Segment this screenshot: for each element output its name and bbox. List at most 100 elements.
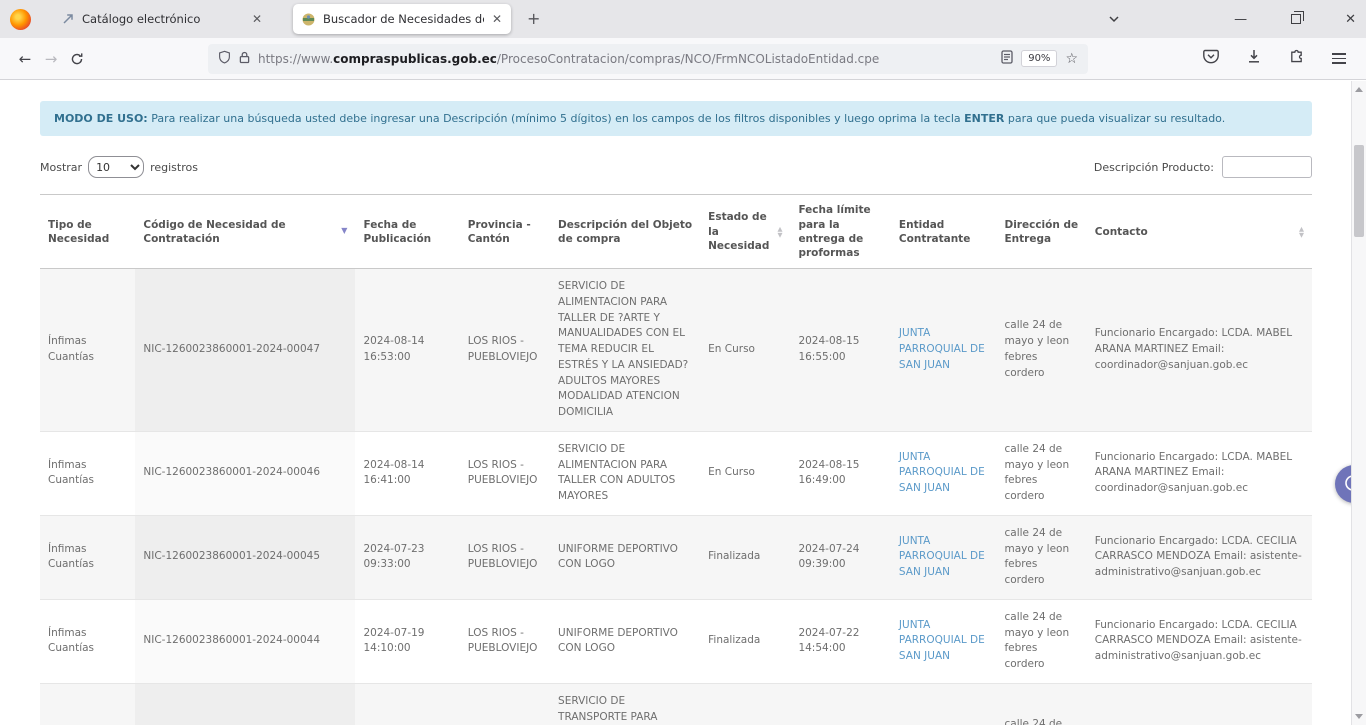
cell-fecha-publicacion: 2024-07-23 09:33:00 bbox=[355, 515, 459, 599]
browser-window: Catálogo electrónico ✕ Buscador de Neces… bbox=[0, 0, 1366, 725]
cell-provincia-canton: LOS RIOS - PUEBLOVIEJO bbox=[460, 431, 550, 515]
table-row: Ínfimas CuantíasNIC-1260023860001-2024-0… bbox=[40, 269, 1312, 432]
tab-buscador-necesidades[interactable]: Buscador de Necesidades de Co ✕ bbox=[293, 4, 511, 34]
cell-fecha-limite: 2024-08-15 16:49:00 bbox=[790, 431, 890, 515]
cell-estado: Finalizada bbox=[700, 599, 790, 683]
extensions-puzzle-icon[interactable] bbox=[1289, 49, 1304, 68]
compraspublicas-favicon-icon bbox=[302, 13, 315, 26]
entity-link[interactable]: JUNTA PARROQUIAL DE SAN JUAN bbox=[899, 327, 985, 371]
scrollbar-thumb[interactable] bbox=[1354, 145, 1364, 237]
cell-fecha-publicacion: 2024-08-14 16:41:00 bbox=[355, 431, 459, 515]
cell-direccion: calle 24 de mayo y leon febres cordero bbox=[996, 683, 1086, 725]
cell-tipo: Ínfimas Cuantías bbox=[40, 683, 135, 725]
menu-hamburger-icon[interactable] bbox=[1332, 53, 1346, 64]
cell-entidad: JUNTA PARROQUIAL DE SAN JUAN bbox=[891, 599, 997, 683]
notice-label: MODO DE USO: bbox=[54, 112, 148, 125]
entity-link[interactable]: JUNTA PARROQUIAL DE SAN JUAN bbox=[899, 619, 985, 663]
sort-both-icon[interactable]: ▲▼ bbox=[777, 226, 782, 238]
cell-provincia-canton: LOS RIOS - PUEBLOVIEJO bbox=[460, 683, 550, 725]
tab-title: Buscador de Necesidades de Co bbox=[323, 12, 484, 26]
cell-codigo: NIC-1260023860001-2024-00043 bbox=[135, 683, 355, 725]
cell-fecha-limite: 2024-07-22 14:54:00 bbox=[790, 599, 890, 683]
tab-catalogo-electronico[interactable]: Catálogo electrónico ✕ bbox=[53, 4, 271, 34]
cell-descripcion: UNIFORME DEPORTIVO CON LOGO bbox=[550, 599, 700, 683]
table-controls: Mostrar 10 registros Descripción Product… bbox=[40, 156, 1312, 178]
forward-icon[interactable]: → bbox=[38, 46, 64, 72]
column-header: Entidad Contratante bbox=[891, 195, 997, 269]
cell-tipo: Ínfimas Cuantías bbox=[40, 599, 135, 683]
column-header[interactable]: Contacto▲▼ bbox=[1087, 195, 1312, 269]
restore-button[interactable] bbox=[1291, 14, 1301, 24]
tab-close-icon[interactable]: ✕ bbox=[492, 13, 502, 25]
cell-fecha-publicacion: 2024-07-19 14:10:00 bbox=[355, 599, 459, 683]
product-description-input[interactable] bbox=[1222, 156, 1312, 178]
back-icon[interactable]: ← bbox=[12, 46, 38, 72]
downloads-icon[interactable] bbox=[1247, 49, 1261, 68]
cell-direccion: calle 24 de mayo y leon febres cordero bbox=[996, 269, 1086, 432]
cell-direccion: calle 24 de mayo y leon febres cordero bbox=[996, 515, 1086, 599]
entity-link[interactable]: JUNTA PARROQUIAL DE SAN JUAN bbox=[899, 535, 985, 579]
reader-mode-icon[interactable] bbox=[1001, 49, 1013, 68]
cell-fecha-limite: 2024-07-24 09:39:00 bbox=[790, 515, 890, 599]
reload-icon[interactable] bbox=[64, 46, 90, 72]
cell-entidad: JUNTA PARROQUIAL DE SAN JUAN bbox=[891, 683, 997, 725]
navigation-bar: ← → https://www.compraspublicas.gob.ec/P… bbox=[0, 38, 1366, 80]
column-header-label: Fecha límite para la entrega de proforma… bbox=[798, 203, 882, 260]
url-text[interactable]: https://www.compraspublicas.gob.ec/Proce… bbox=[258, 52, 993, 66]
column-header: Fecha límite para la entrega de proforma… bbox=[790, 195, 890, 269]
close-button[interactable]: ✕ bbox=[1345, 13, 1356, 26]
cell-contacto: Funcionario Encargado: LCDA. CECILIA CAR… bbox=[1087, 683, 1312, 725]
cell-descripcion: SERVICIO DE ALIMENTACION PARA TALLER DE … bbox=[550, 269, 700, 432]
cell-entidad: JUNTA PARROQUIAL DE SAN JUAN bbox=[891, 269, 997, 432]
pocket-save-icon[interactable] bbox=[1203, 49, 1219, 68]
tab-bar: Catálogo electrónico ✕ Buscador de Neces… bbox=[0, 0, 1366, 38]
list-all-tabs-chevron-icon[interactable] bbox=[1108, 15, 1120, 23]
cell-direccion: calle 24 de mayo y leon febres cordero bbox=[996, 431, 1086, 515]
usage-notice-banner: MODO DE USO: Para realizar una búsqueda … bbox=[40, 101, 1312, 136]
bookmark-star-icon[interactable]: ☆ bbox=[1065, 51, 1078, 67]
scroll-down-arrow-icon[interactable] bbox=[1355, 714, 1363, 719]
table-row: Ínfimas CuantíasNIC-1260023860001-2024-0… bbox=[40, 599, 1312, 683]
sort-desc-icon[interactable]: ▼ bbox=[341, 226, 347, 237]
column-header: Descripción del Objeto de compra bbox=[550, 195, 700, 269]
cell-estado: Finalizada bbox=[700, 683, 790, 725]
table-row: Ínfimas CuantíasNIC-1260023860001-2024-0… bbox=[40, 683, 1312, 725]
cell-fecha-limite: 2024-08-15 16:55:00 bbox=[790, 269, 890, 432]
lock-icon[interactable] bbox=[239, 49, 250, 68]
column-header-label: Código de Necesidad de Contratación bbox=[143, 218, 338, 246]
entity-link[interactable]: JUNTA PARROQUIAL DE SAN JUAN bbox=[899, 451, 985, 495]
show-entries-select[interactable]: 10 bbox=[88, 156, 144, 178]
show-entries-control: Mostrar 10 registros bbox=[40, 156, 198, 178]
cell-estado: Finalizada bbox=[700, 515, 790, 599]
sort-both-icon[interactable]: ▲▼ bbox=[1299, 226, 1304, 238]
cell-codigo: NIC-1260023860001-2024-00046 bbox=[135, 431, 355, 515]
url-bar[interactable]: https://www.compraspublicas.gob.ec/Proce… bbox=[208, 44, 1088, 74]
column-header: Dirección de Entrega bbox=[996, 195, 1086, 269]
cell-estado: En Curso bbox=[700, 431, 790, 515]
cell-tipo: Ínfimas Cuantías bbox=[40, 431, 135, 515]
page-content: MODO DE USO: Para realizar una búsqueda … bbox=[0, 81, 1366, 725]
minimize-button[interactable]: — bbox=[1234, 13, 1247, 26]
column-header[interactable]: Estado de la Necesidad▲▼ bbox=[700, 195, 790, 269]
tab-close-icon[interactable]: ✕ bbox=[252, 13, 262, 25]
cell-estado: En Curso bbox=[700, 269, 790, 432]
cell-contacto: Funcionario Encargado: LCDA. CECILIA CAR… bbox=[1087, 599, 1312, 683]
column-header-label: Dirección de Entrega bbox=[1004, 218, 1078, 246]
product-filter-label: Descripción Producto: bbox=[1094, 161, 1214, 174]
table-body: Ínfimas CuantíasNIC-1260023860001-2024-0… bbox=[40, 269, 1312, 725]
new-tab-button[interactable]: + bbox=[527, 11, 540, 27]
vertical-scrollbar[interactable] bbox=[1351, 81, 1366, 725]
column-header[interactable]: Código de Necesidad de Contratación▼ bbox=[135, 195, 355, 269]
cell-codigo: NIC-1260023860001-2024-00047 bbox=[135, 269, 355, 432]
column-header-label: Fecha de Publicación bbox=[363, 218, 451, 246]
cell-descripcion: SERVICIO DE TRANSPORTE PARA MOVILIZAR A … bbox=[550, 683, 700, 725]
scroll-up-arrow-icon[interactable] bbox=[1355, 87, 1363, 92]
cell-fecha-publicacion: 2024-07-16 11:05:00 bbox=[355, 683, 459, 725]
cell-entidad: JUNTA PARROQUIAL DE SAN JUAN bbox=[891, 431, 997, 515]
column-header: Provincia - Cantón bbox=[460, 195, 550, 269]
needs-table: Tipo de NecesidadCódigo de Necesidad de … bbox=[40, 194, 1312, 725]
table-header-row: Tipo de NecesidadCódigo de Necesidad de … bbox=[40, 195, 1312, 269]
column-header: Tipo de Necesidad bbox=[40, 195, 135, 269]
zoom-level-badge[interactable]: 90% bbox=[1021, 50, 1057, 67]
shield-icon[interactable] bbox=[218, 49, 231, 68]
